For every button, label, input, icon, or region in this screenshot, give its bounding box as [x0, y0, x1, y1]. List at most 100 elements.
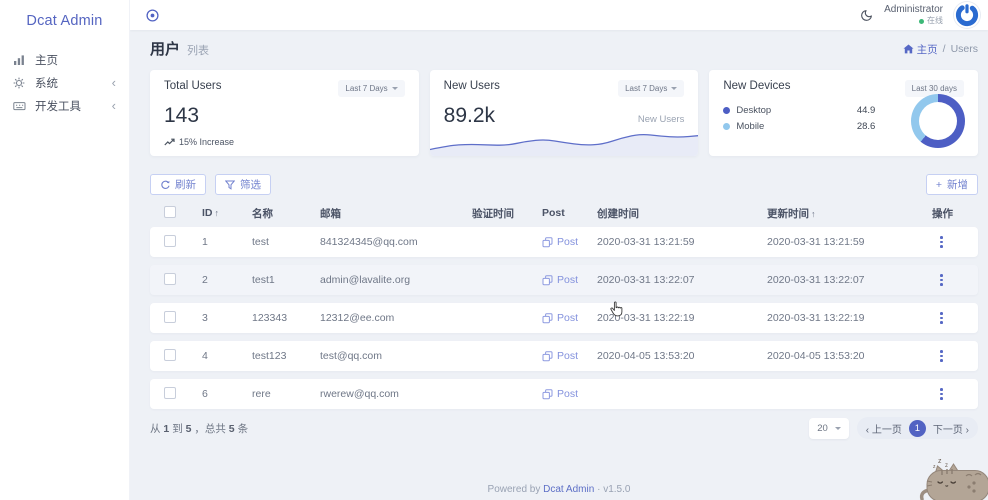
cell-updated: 2020-03-31 13:22:07 — [767, 274, 932, 286]
new-users-sparkline — [430, 120, 699, 156]
avatar[interactable] — [954, 2, 980, 28]
post-link[interactable]: Post — [542, 312, 597, 324]
card-new-users: New Users Last 7 Days 89.2k New Users — [430, 70, 699, 156]
prev-page-button[interactable]: ‹ 上一页 — [866, 421, 902, 436]
page-subtitle: 列表 — [187, 42, 209, 58]
bar-chart-icon — [13, 54, 27, 66]
pagination-summary: 从 1 到 5 ，总共 5 条 — [150, 421, 248, 436]
cell-id: 4 — [202, 350, 252, 362]
row-checkbox[interactable] — [164, 349, 176, 361]
sidebar-toggle-icon[interactable] — [146, 9, 159, 22]
refresh-button[interactable]: 刷新 — [150, 174, 206, 195]
svg-text:z: z — [933, 464, 936, 470]
page-head: 用户 列表 主页 / Users — [150, 38, 978, 62]
user-status-label: 在线 — [927, 16, 943, 26]
col-created: 创建时间 — [597, 206, 767, 221]
card-total-users: Total Users Last 7 Days 143 15% Increase — [150, 70, 419, 156]
breadcrumb: 主页 / Users — [903, 42, 978, 57]
row-checkbox[interactable] — [164, 311, 176, 323]
sidebar-item-label: 主页 — [35, 52, 58, 68]
filter-button[interactable]: 筛选 — [215, 174, 271, 195]
main-area: Administrator 在线 用户 — [130, 0, 988, 500]
app-window: Dcat Admin 主页 系统 ‹ 开发工具 ‹ — [0, 0, 988, 500]
card-new-devices: New Devices Last 30 days Desktop 44.9 — [709, 70, 978, 156]
copy-icon — [542, 275, 553, 286]
post-link[interactable]: Post — [542, 274, 597, 286]
sidebar-item-system[interactable]: 系统 ‹ — [0, 71, 129, 94]
sidebar-item-label: 开发工具 — [35, 98, 81, 114]
post-link[interactable]: Post — [542, 350, 597, 362]
cell-email: rwerew@qq.com — [320, 388, 472, 400]
breadcrumb-home-link[interactable]: 主页 — [903, 42, 938, 57]
cell-name: rere — [252, 388, 320, 400]
chevron-left-icon: ‹ — [112, 99, 116, 112]
table-row: 4 test123 test@qq.com Post 2020-04-05 13… — [150, 341, 978, 371]
next-page-button[interactable]: 下一页 › — [933, 421, 969, 436]
post-link[interactable]: Post — [542, 388, 597, 400]
sidebar-item-home[interactable]: 主页 — [0, 48, 129, 71]
dark-mode-moon-icon[interactable] — [860, 9, 873, 22]
legend-dot-icon — [723, 123, 730, 130]
svg-text:z: z — [945, 463, 948, 469]
col-verified: 验证时间 — [472, 206, 542, 221]
range-dropdown[interactable]: Last 7 Days — [338, 80, 404, 97]
content: 用户 列表 主页 / Users Total Users — [130, 30, 988, 500]
breadcrumb-current: Users — [951, 43, 978, 55]
plus-icon: + — [936, 179, 942, 191]
copy-icon — [542, 351, 553, 362]
create-button[interactable]: + 新增 — [926, 174, 978, 195]
col-name: 名称 — [252, 206, 320, 221]
copy-icon — [542, 237, 553, 248]
row-actions-menu-icon[interactable] — [940, 388, 964, 400]
cell-updated: 2020-03-31 13:22:19 — [767, 312, 932, 324]
card-title: Total Users — [164, 80, 222, 92]
per-page-select[interactable]: 20 — [809, 418, 849, 439]
post-link[interactable]: Post — [542, 236, 597, 248]
table-footer: 从 1 到 5 ，总共 5 条 20 ‹ 上一页 1 下一页 › — [150, 417, 978, 439]
cell-updated: 2020-04-05 13:53:20 — [767, 350, 932, 362]
row-actions-menu-icon[interactable] — [940, 236, 964, 248]
gear-icon — [13, 77, 27, 89]
copy-icon — [542, 389, 553, 400]
table-header: ID↑ 名称 邮箱 验证时间 Post 创建时间 更新时间↑ 操作 — [150, 204, 978, 222]
row-actions-menu-icon[interactable] — [940, 312, 964, 324]
page-title: 用户 — [150, 38, 180, 59]
pager: ‹ 上一页 1 下一页 › — [857, 417, 978, 439]
cell-id: 2 — [202, 274, 252, 286]
table-row: 1 test 841324345@qq.com Post 2020-03-31 … — [150, 227, 978, 257]
svg-text:z: z — [938, 458, 942, 465]
user-menu[interactable]: Administrator 在线 — [884, 4, 943, 26]
row-checkbox[interactable] — [164, 235, 176, 247]
row-actions-menu-icon[interactable] — [940, 350, 964, 362]
new-devices-donut — [911, 94, 965, 148]
row-actions-menu-icon[interactable] — [940, 274, 964, 286]
cell-created: 2020-04-05 13:53:20 — [597, 350, 767, 362]
cell-updated: 2020-03-31 13:21:59 — [767, 236, 932, 248]
cell-created: 2020-03-31 13:21:59 — [597, 236, 767, 248]
cell-name: test123 — [252, 350, 320, 362]
row-checkbox[interactable] — [164, 273, 176, 285]
col-updated[interactable]: 更新时间↑ — [767, 206, 932, 221]
sidebar-item-devtools[interactable]: 开发工具 ‹ — [0, 94, 129, 117]
cell-name: test — [252, 236, 320, 248]
select-all-checkbox[interactable] — [164, 206, 176, 218]
user-status: 在线 — [884, 16, 943, 26]
chevron-down-icon — [671, 87, 677, 90]
table-row: 2 test1 admin@lavalite.org Post 2020-03-… — [150, 265, 978, 295]
row-checkbox[interactable] — [164, 387, 176, 399]
brand-link[interactable]: Dcat Admin — [543, 484, 594, 495]
home-icon — [903, 44, 914, 54]
trend-up-icon — [164, 138, 175, 146]
app-logo[interactable]: Dcat Admin — [0, 6, 129, 36]
col-id[interactable]: ID↑ — [202, 207, 252, 219]
sidebar-item-label: 系统 — [35, 75, 58, 91]
copy-icon — [542, 313, 553, 324]
trend-label: 15% Increase — [164, 137, 234, 147]
range-dropdown[interactable]: Last 7 Days — [618, 80, 684, 97]
table-row: 3 123343 12312@ee.com Post 2020-03-31 13… — [150, 303, 978, 333]
current-page-button[interactable]: 1 — [909, 420, 926, 437]
legend-dot-icon — [723, 107, 730, 114]
legend-item-mobile: Mobile 28.6 — [723, 121, 875, 132]
console-icon — [13, 100, 27, 112]
cell-id: 1 — [202, 236, 252, 248]
